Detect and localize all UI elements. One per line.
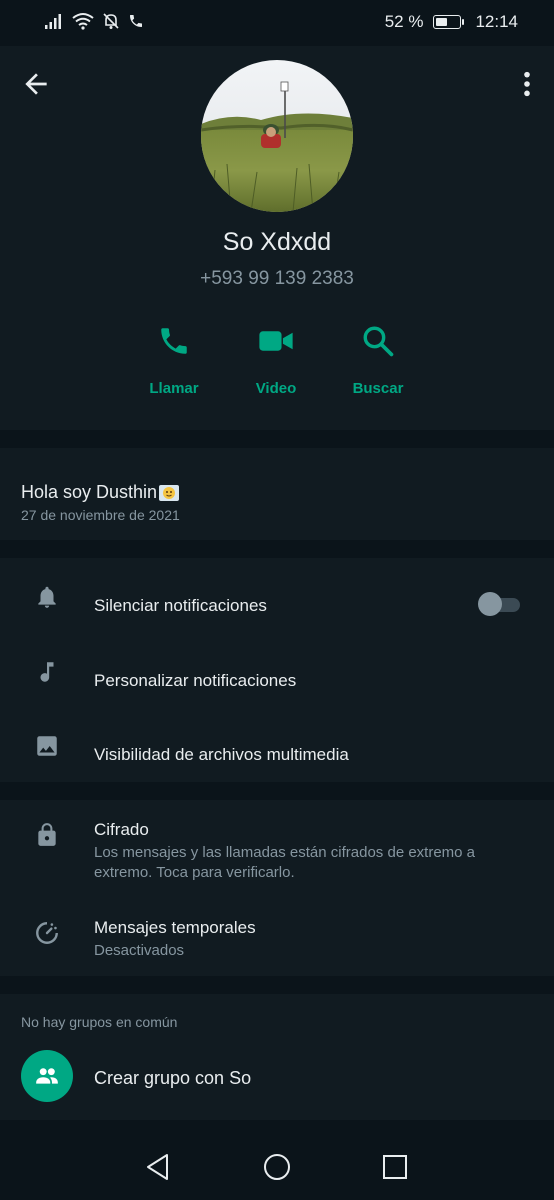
nav-back-icon[interactable] xyxy=(143,1152,173,1182)
clock: 12:14 xyxy=(475,12,518,31)
action-buttons: Llamar Video Buscar xyxy=(0,324,554,414)
toggle-knob xyxy=(478,592,502,616)
mute-notifications-row[interactable]: Silenciar notificaciones xyxy=(0,566,554,626)
group-icon xyxy=(36,1068,58,1084)
call-status-icon xyxy=(130,15,142,27)
about-date: 27 de noviembre de 2021 xyxy=(21,507,180,523)
video-label: Video xyxy=(255,380,297,397)
music-note-icon xyxy=(40,662,54,682)
contact-avatar[interactable] xyxy=(201,60,353,212)
search-icon xyxy=(363,326,394,357)
battery-level xyxy=(436,18,448,26)
bell-off-icon xyxy=(103,13,119,29)
custom-notifications-row[interactable]: Personalizar notificaciones xyxy=(0,641,554,701)
emoji-icon xyxy=(159,484,180,501)
encryption-description: Los mensajes y las llamadas están cifrad… xyxy=(94,844,476,881)
groups-section: No hay grupos en común Crear grupo con S… xyxy=(0,994,554,1120)
status-icons-left xyxy=(44,12,144,30)
encryption-title: Cifrado xyxy=(94,820,149,839)
create-group-avatar[interactable] xyxy=(21,1050,73,1102)
search-label: Buscar xyxy=(352,380,404,397)
battery-icon xyxy=(433,15,465,29)
contact-phone: +593 99 139 2383 xyxy=(200,268,354,289)
search-button[interactable]: Buscar xyxy=(323,324,433,397)
create-group-label[interactable]: Crear grupo con So xyxy=(94,1068,251,1089)
call-label: Llamar xyxy=(149,380,199,397)
back-arrow-icon[interactable] xyxy=(20,68,52,100)
mute-toggle[interactable] xyxy=(478,592,520,616)
custom-notifications-label: Personalizar notificaciones xyxy=(94,671,297,690)
media-visibility-label: Visibilidad de archivos multimedia xyxy=(94,745,349,764)
call-button[interactable]: Llamar xyxy=(119,324,229,397)
privacy-settings: Cifrado Los mensajes y las llamadas está… xyxy=(0,800,554,976)
status-bar: 52 % 12:14 xyxy=(0,0,554,46)
disappearing-messages-status: Desactivados xyxy=(94,942,185,959)
media-visibility-row[interactable]: Visibilidad de archivos multimedia xyxy=(0,715,554,775)
contact-header: So Xdxdd +593 99 139 2383 Llamar Video B… xyxy=(0,46,554,430)
image-icon xyxy=(37,736,57,756)
video-button[interactable]: Video xyxy=(221,324,331,397)
system-navigation-bar xyxy=(0,1120,554,1200)
phone-icon xyxy=(161,328,187,354)
more-options-icon[interactable] xyxy=(520,70,534,98)
about-text: Hola soy Dusthin xyxy=(21,482,158,502)
status-icons-right: 52 % 12:14 xyxy=(385,12,518,32)
battery-percent: 52 % xyxy=(384,12,424,31)
contact-name: So Xdxdd xyxy=(222,228,332,256)
video-icon xyxy=(259,331,293,351)
encryption-row[interactable]: Cifrado Los mensajes y las llamadas está… xyxy=(0,800,554,896)
disappearing-messages-title: Mensajes temporales xyxy=(94,918,256,937)
bell-icon xyxy=(38,586,56,608)
mute-label: Silenciar notificaciones xyxy=(94,596,267,615)
nav-home-icon[interactable] xyxy=(262,1152,292,1182)
timer-icon xyxy=(36,922,58,944)
nav-recents-icon[interactable] xyxy=(380,1152,410,1182)
notification-settings: Silenciar notificaciones Personalizar no… xyxy=(0,558,554,782)
avatar-photo xyxy=(201,60,353,212)
about-text-row: Hola soy Dusthin xyxy=(21,482,180,503)
about-section[interactable]: Hola soy Dusthin 27 de noviembre de 2021 xyxy=(0,448,554,540)
groups-header: No hay grupos en común xyxy=(21,1014,178,1030)
signal-icon xyxy=(45,14,61,29)
wifi-icon xyxy=(72,13,94,30)
disappearing-messages-row[interactable]: Mensajes temporales Desactivados xyxy=(0,904,554,974)
lock-icon xyxy=(38,823,56,846)
